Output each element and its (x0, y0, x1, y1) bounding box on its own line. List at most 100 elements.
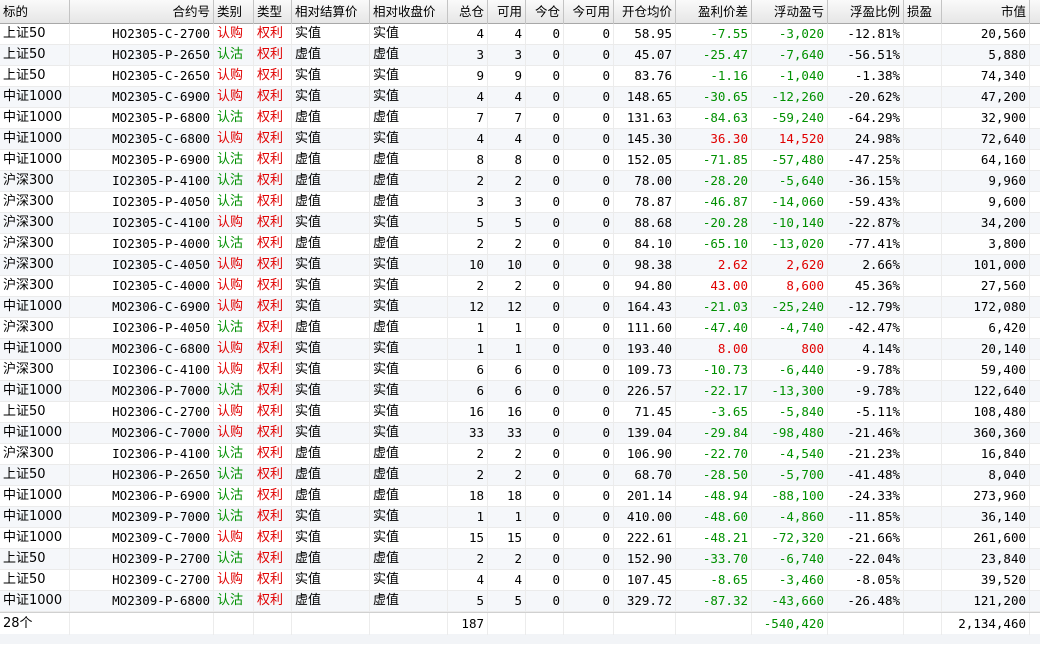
table-row[interactable]: 沪深300 IO2306-P-4050 认沽 权利 虚值 虚值 1 1 0 0 111.60 -47.… (0, 318, 1040, 339)
column-header-settle[interactable]: 相对结算价 (292, 0, 370, 24)
cell-float-ratio: -21.66% (828, 528, 904, 548)
table-row[interactable]: 上证50 HO2306-P-2650 认沽 权利 虚值 虚值 2 2 0 0 68.70 -28.50… (0, 465, 1040, 486)
table-row[interactable]: 沪深300 IO2305-P-4000 认沽 权利 虚值 虚值 2 2 0 0 84.10 -65.1… (0, 234, 1040, 255)
cell-float-ratio: -59.43% (828, 192, 904, 212)
positions-grid[interactable]: 标的 合约号 类别 类型 相对结算价 相对收盘价 总仓 可用 今仓 今可用 开仓均价 盈利价差 浮动盈亏… (0, 0, 1040, 654)
column-header-category[interactable]: 类别 (214, 0, 254, 24)
cell-category: 认购 (214, 297, 254, 317)
cell-today-avail: 0 (564, 570, 614, 590)
footer-stop (904, 613, 942, 635)
cell-underlying: 上证50 (0, 402, 70, 422)
table-row[interactable]: 中证1000 MO2309-P-7000 认沽 权利 实值 实值 1 1 0 0 410.00 -48… (0, 507, 1040, 528)
cell-close: 虚值 (370, 549, 448, 569)
cell-close: 实值 (370, 360, 448, 380)
column-header-pnl-diff[interactable]: 盈利价差 (676, 0, 752, 24)
cell-market-value: 23,840 (942, 549, 1030, 569)
column-header-today[interactable]: 今仓 (526, 0, 564, 24)
cell-avail: 15 (488, 528, 526, 548)
table-row[interactable]: 中证1000 MO2309-C-7000 认购 权利 实值 实值 15 15 0 0 222.61-… (0, 528, 1040, 549)
cell-open-avg: 139.04 (614, 423, 676, 443)
cell-avail: 2 (488, 171, 526, 191)
column-header-float-pnl[interactable]: 浮动盈亏 (752, 0, 828, 24)
column-header-close[interactable]: 相对收盘价 (370, 0, 448, 24)
cell-stop (904, 24, 942, 44)
cell-today-avail: 0 (564, 591, 614, 611)
column-header-market-value[interactable]: 市值 (942, 0, 1030, 24)
cell-open-avg: 148.65 (614, 87, 676, 107)
cell-float-ratio: -47.25% (828, 150, 904, 170)
cell-total: 1 (448, 507, 488, 527)
cell-type: 权利 (254, 528, 292, 548)
column-header-stop[interactable]: 损盈 (904, 0, 942, 24)
table-row[interactable]: 中证1000 MO2305-P-6800 认沽 权利 虚值 虚值 7 7 0 0 131.63 -84… (0, 108, 1040, 129)
table-row[interactable]: 中证1000 MO2305-C-6800 认购 权利 实值 实值 4 4 0 0 145.30 36.… (0, 129, 1040, 150)
column-header-total[interactable]: 总仓 (448, 0, 488, 24)
table-row[interactable]: 沪深300 IO2305-P-4100 认沽 权利 虚值 虚值 2 2 0 0 78.00 -28.2… (0, 171, 1040, 192)
cell-float-ratio: -11.85% (828, 507, 904, 527)
table-row[interactable]: 中证1000 MO2309-P-6800 认沽 权利 虚值 虚值 5 5 0 0 329.72 -87… (0, 591, 1040, 612)
column-header-type[interactable]: 类型 (254, 0, 292, 24)
table-row[interactable]: 中证1000 MO2306-C-6900 认购 权利 实值 实值 12 12 0 0 164.43-… (0, 297, 1040, 318)
cell-today-avail: 0 (564, 24, 614, 44)
footer-float-ratio (828, 613, 904, 635)
cell-pnl-diff: -84.63 (676, 108, 752, 128)
column-header-float-ratio[interactable]: 浮盈比例 (828, 0, 904, 24)
cell-total: 1 (448, 318, 488, 338)
table-row[interactable]: 上证50 HO2305-P-2650 认沽 权利 虚值 虚值 3 3 0 0 45.07 -25.47… (0, 45, 1040, 66)
cell-stop (904, 255, 942, 275)
cell-avail: 6 (488, 360, 526, 380)
table-row[interactable]: 上证50 HO2309-P-2700 认沽 权利 虚值 虚值 2 2 0 0 152.90 -33.7… (0, 549, 1040, 570)
cell-today: 0 (526, 150, 564, 170)
table-row[interactable]: 沪深300 IO2306-P-4100 认沽 权利 虚值 虚值 2 2 0 0 106.90 -22.… (0, 444, 1040, 465)
cell-contract: MO2306-C-6900 (70, 297, 214, 317)
cell-stop (904, 507, 942, 527)
column-header-open-avg[interactable]: 开仓均价 (614, 0, 676, 24)
table-row[interactable]: 中证1000 MO2305-P-6900 认沽 权利 虚值 虚值 8 8 0 0 152.05 -71… (0, 150, 1040, 171)
table-row[interactable]: 上证50 HO2305-C-2650 认购 权利 实值 实值 9 9 0 0 83.76 -1.16-… (0, 66, 1040, 87)
table-row[interactable]: 上证50 HO2306-C-2700 认购 权利 实值 实值 16 16 0 0 71.45 -3.6… (0, 402, 1040, 423)
column-header-today-avail[interactable]: 今可用 (564, 0, 614, 24)
footer-underlying: 28个 (0, 613, 70, 635)
table-row[interactable]: 沪深300 IO2305-P-4050 认沽 权利 虚值 虚值 3 3 0 0 78.87 -46.8… (0, 192, 1040, 213)
column-header-underlying[interactable]: 标的 (0, 0, 70, 24)
table-row[interactable]: 中证1000 MO2305-C-6900 认购 权利 实值 实值 4 4 0 0 148.65 -30… (0, 87, 1040, 108)
table-row[interactable]: 中证1000 MO2306-P-7000 认沽 权利 实值 实值 6 6 0 0 226.57 -22… (0, 381, 1040, 402)
cell-float-pnl: -13,020 (752, 234, 828, 254)
cell-float-ratio: -26.48% (828, 591, 904, 611)
cell-type: 权利 (254, 150, 292, 170)
cell-stop (904, 45, 942, 65)
cell-market-value: 36,140 (942, 507, 1030, 527)
cell-float-pnl: -3,460 (752, 570, 828, 590)
grid-body[interactable]: 上证50 HO2305-C-2700 认购 权利 实值 实值 4 4 0 0 58.95 -7.55-… (0, 24, 1040, 612)
table-row[interactable]: 中证1000 MO2306-C-7000 认购 权利 实值 实值 33 33 0 0 139.04-… (0, 423, 1040, 444)
cell-total: 8 (448, 150, 488, 170)
cell-float-ratio: 45.36% (828, 276, 904, 296)
cell-stop (904, 171, 942, 191)
table-row[interactable]: 沪深300 IO2305-C-4000 认购 权利 实值 实值 2 2 0 0 94.80 43.00… (0, 276, 1040, 297)
table-row[interactable]: 沪深300 IO2305-C-4100 认购 权利 实值 实值 5 5 0 0 88.68 -20.2… (0, 213, 1040, 234)
table-row[interactable]: 中证1000 MO2306-C-6800 认购 权利 实值 实值 1 1 0 0 193.40 8.0… (0, 339, 1040, 360)
column-header-contract[interactable]: 合约号 (70, 0, 214, 24)
cell-open-avg: 164.43 (614, 297, 676, 317)
cell-settle: 实值 (292, 255, 370, 275)
cell-market-value: 9,960 (942, 171, 1030, 191)
cell-type: 权利 (254, 486, 292, 506)
cell-stop (904, 549, 942, 569)
cell-contract: MO2305-C-6900 (70, 87, 214, 107)
cell-contract: MO2305-P-6800 (70, 108, 214, 128)
table-row[interactable]: 上证50 HO2305-C-2700 认购 权利 实值 实值 4 4 0 0 58.95 -7.55-… (0, 24, 1040, 45)
cell-avail: 18 (488, 486, 526, 506)
cell-category: 认购 (214, 570, 254, 590)
cell-settle: 虚值 (292, 444, 370, 464)
cell-close: 实值 (370, 528, 448, 548)
table-row[interactable]: 沪深300 IO2305-C-4050 认购 权利 实值 实值 10 10 0 0 98.38 2.6… (0, 255, 1040, 276)
cell-today-avail: 0 (564, 318, 614, 338)
column-header-avail[interactable]: 可用 (488, 0, 526, 24)
cell-category: 认沽 (214, 318, 254, 338)
cell-total: 2 (448, 465, 488, 485)
table-row[interactable]: 沪深300 IO2306-C-4100 认购 权利 实值 实值 6 6 0 0 109.73 -10.… (0, 360, 1040, 381)
table-row[interactable]: 上证50 HO2309-C-2700 认购 权利 实值 实值 4 4 0 0 107.45 -8.65… (0, 570, 1040, 591)
table-row[interactable]: 中证1000 MO2306-P-6900 认沽 权利 虚值 虚值 18 18 0 0 201.14-… (0, 486, 1040, 507)
cell-float-pnl: -13,300 (752, 381, 828, 401)
cell-total: 4 (448, 24, 488, 44)
